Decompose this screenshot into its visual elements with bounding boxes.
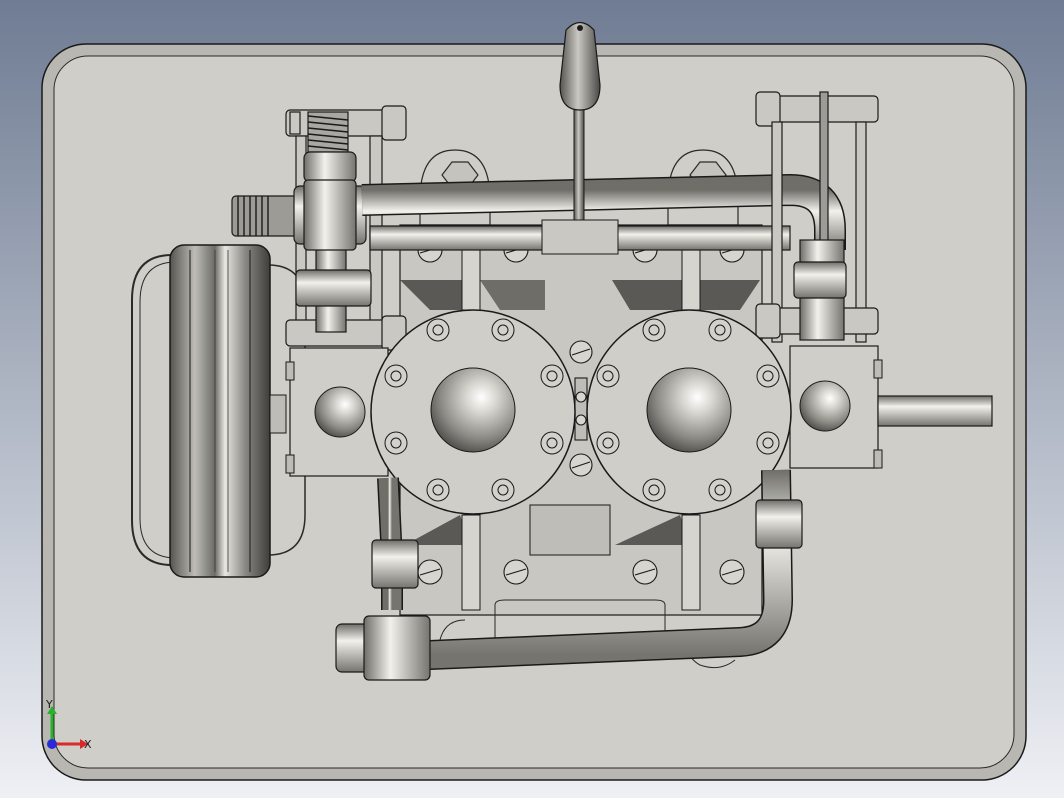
output-shaft[interactable] [877, 395, 993, 427]
triad-y-label: Y [45, 698, 53, 711]
model-canvas[interactable]: X Y [0, 0, 1064, 798]
cad-viewport[interactable]: X Y [0, 0, 1064, 798]
right-valve-chest[interactable] [789, 345, 883, 469]
triad-x-label: X [84, 738, 92, 751]
right-cylinder-head[interactable] [586, 309, 792, 515]
left-cylinder-head[interactable] [370, 309, 576, 515]
